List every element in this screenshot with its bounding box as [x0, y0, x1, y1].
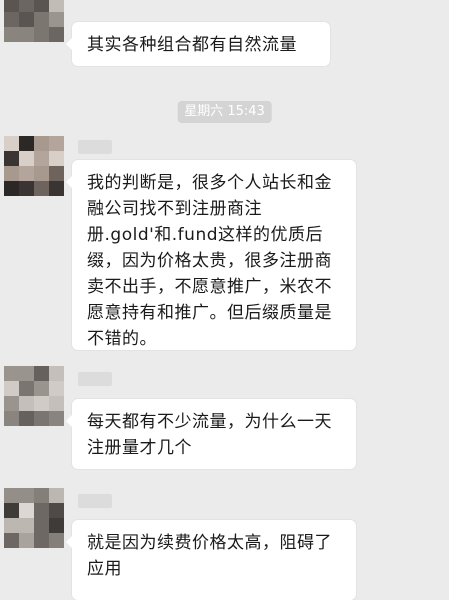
- avatar-pixel: [4, 27, 19, 42]
- message-bubble: 每天都有不少流量，为什么一天注册量才几个: [66, 399, 356, 469]
- avatar-pixel: [49, 181, 64, 196]
- message-bubble: 我的判断是，很多个人站长和金融公司找不到注册商注册.gold'和.fund这样的…: [66, 160, 356, 350]
- avatar-pixel: [4, 488, 19, 503]
- avatar-pixel: [49, 136, 64, 151]
- avatar-pixel: [34, 366, 49, 381]
- avatar-pixel: [34, 151, 49, 166]
- avatar-pixel: [34, 136, 49, 151]
- avatar-pixel: [34, 181, 49, 196]
- avatar-pixel: [19, 151, 34, 166]
- avatar-pixel: [34, 12, 49, 27]
- avatar-pixel: [49, 396, 64, 411]
- avatar-pixel: [49, 533, 64, 548]
- avatar-pixel: [4, 411, 19, 426]
- avatar-pixel: [19, 396, 34, 411]
- avatar-pixel: [4, 166, 19, 181]
- avatar-pixel: [19, 12, 34, 27]
- avatar-pixel: [4, 0, 19, 12]
- avatar-pixel: [49, 503, 64, 518]
- avatar-pixel: [19, 366, 34, 381]
- sender-name: [78, 140, 112, 154]
- sender-name: [78, 494, 112, 508]
- avatar-pixel: [19, 181, 34, 196]
- avatar-pixel: [49, 518, 64, 533]
- avatar-pixel: [4, 533, 19, 548]
- avatar-pixel: [49, 12, 64, 27]
- avatar[interactable]: [4, 366, 64, 426]
- avatar-pixel: [34, 381, 49, 396]
- avatar-pixel: [34, 533, 49, 548]
- avatar-pixel: [34, 166, 49, 181]
- avatar-pixel: [19, 503, 34, 518]
- avatar-pixel: [49, 488, 64, 503]
- message-text: 每天都有不少流量，为什么一天注册量才几个: [87, 412, 332, 458]
- avatar-pixel: [4, 381, 19, 396]
- avatar-pixel: [49, 151, 64, 166]
- avatar-pixel: [19, 381, 34, 396]
- message-text: 其实各种组合都有自然流量: [87, 35, 297, 55]
- avatar-pixel: [49, 27, 64, 42]
- avatar[interactable]: [4, 488, 64, 548]
- avatar-pixel: [34, 503, 49, 518]
- avatar-pixel: [19, 136, 34, 151]
- avatar[interactable]: [4, 0, 64, 42]
- avatar-pixel: [4, 181, 19, 196]
- avatar-pixel: [49, 381, 64, 396]
- message-bubble: 其实各种组合都有自然流量: [66, 22, 330, 66]
- message-text: 就是因为续费价格太高，阻碍了应用: [87, 533, 332, 579]
- avatar-pixel: [4, 12, 19, 27]
- avatar-pixel: [34, 0, 49, 12]
- avatar-pixel: [4, 136, 19, 151]
- message-text: 我的判断是，很多个人站长和金融公司找不到注册商注册.gold'和.fund这样的…: [87, 173, 332, 349]
- avatar[interactable]: [4, 136, 64, 196]
- avatar-pixel: [4, 518, 19, 533]
- avatar-pixel: [34, 488, 49, 503]
- avatar-pixel: [19, 0, 34, 12]
- timestamp: 星期六 15:43: [177, 101, 272, 123]
- avatar-pixel: [34, 411, 49, 426]
- avatar-pixel: [34, 518, 49, 533]
- avatar-pixel: [34, 396, 49, 411]
- avatar-pixel: [19, 166, 34, 181]
- avatar-pixel: [19, 518, 34, 533]
- avatar-pixel: [19, 27, 34, 42]
- avatar-pixel: [4, 396, 19, 411]
- avatar-pixel: [49, 166, 64, 181]
- avatar-pixel: [4, 366, 19, 381]
- avatar-pixel: [4, 503, 19, 518]
- avatar-pixel: [34, 27, 49, 42]
- avatar-pixel: [49, 0, 64, 12]
- avatar-pixel: [4, 151, 19, 166]
- avatar-pixel: [19, 533, 34, 548]
- avatar-pixel: [19, 488, 34, 503]
- avatar-pixel: [49, 411, 64, 426]
- sender-name: [78, 372, 112, 386]
- avatar-pixel: [19, 411, 34, 426]
- avatar-pixel: [49, 366, 64, 381]
- message-bubble: 就是因为续费价格太高，阻碍了应用: [66, 520, 356, 600]
